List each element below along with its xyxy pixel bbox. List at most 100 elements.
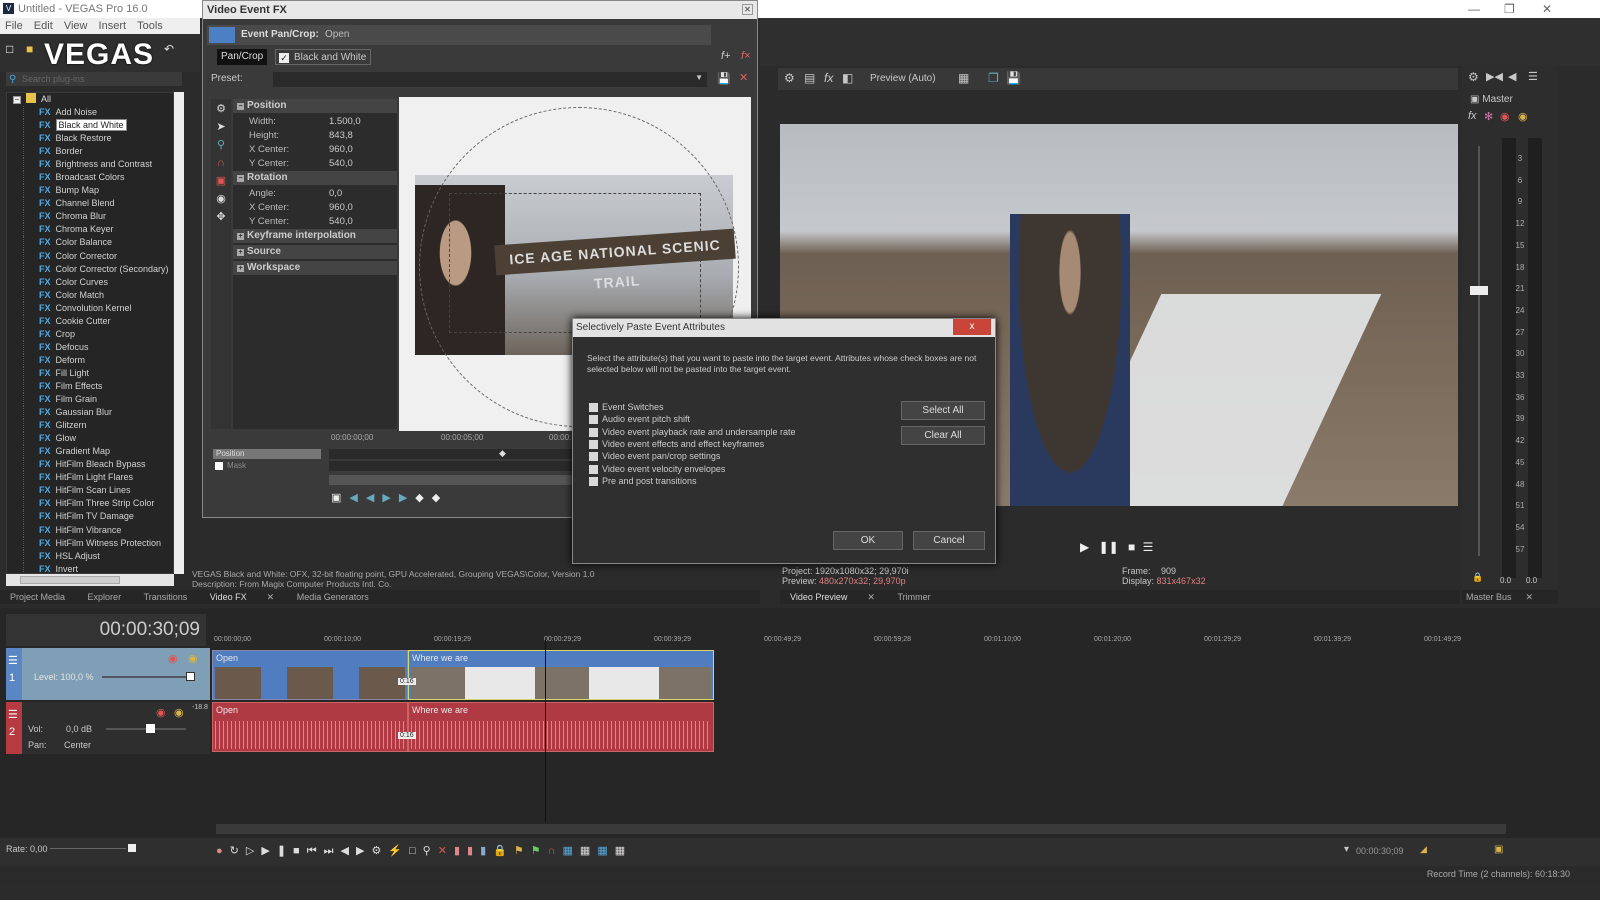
plugin-item[interactable]: FX Black and White — [7, 119, 173, 133]
ok-button[interactable]: OK — [833, 531, 903, 550]
plugin-item[interactable]: FX Fill Light — [7, 366, 173, 381]
prop-rot-y-center[interactable]: Y Center: 540,0 — [233, 215, 397, 229]
scroll-thumb[interactable] — [20, 576, 120, 584]
stop-icon[interactable]: ■ — [1128, 540, 1135, 554]
prop-value[interactable]: 540,0 — [329, 157, 353, 171]
mixer-icon[interactable]: ☰ — [1528, 70, 1538, 83]
overlays-grid-icon[interactable]: ▦ — [958, 71, 969, 85]
plugin-item[interactable]: FX Color Match — [7, 288, 173, 302]
close-icon[interactable]: ✕ — [742, 4, 753, 15]
video-track-header[interactable]: ☰ 1 Level: 100,0 % ◉ ◉ — [6, 648, 210, 700]
plugin-item[interactable]: FX Chroma Blur — [7, 210, 173, 224]
plugin-item[interactable]: FX Deform — [7, 353, 173, 367]
stop-icon[interactable]: ■ — [293, 845, 307, 857]
prop-angle[interactable]: Angle: 0,0 — [233, 187, 397, 201]
plugin-item[interactable]: FX Broadcast Colors — [7, 171, 173, 185]
tab-trimmer[interactable]: Trimmer — [897, 592, 930, 602]
chain-pan-crop[interactable]: Pan/Crop — [217, 49, 268, 65]
new-file-icon[interactable]: □ — [6, 42, 13, 56]
split-screen-icon[interactable]: ◧ — [842, 71, 853, 85]
plugin-item[interactable]: FX Cookie Cutter — [7, 314, 173, 328]
crop-frame[interactable] — [449, 193, 701, 333]
close-tab-icon[interactable]: ✕ — [1526, 592, 1534, 602]
prop-value[interactable]: 540,0 — [329, 215, 353, 229]
dim-output-icon[interactable]: ◀ — [1508, 70, 1516, 83]
prev-frame-icon[interactable]: ◀ — [341, 845, 356, 857]
plugin-item[interactable]: FX Invert — [7, 562, 173, 573]
level-slider-handle[interactable] — [186, 672, 195, 681]
section-rotation[interactable]: − Rotation — [233, 171, 397, 185]
plugin-item[interactable]: FX Glow — [7, 432, 173, 446]
plugin-item[interactable]: FX Border — [7, 145, 173, 159]
copy-snapshot-icon[interactable]: ❐ — [988, 71, 999, 85]
next-frame-icon[interactable]: ▶ — [356, 845, 371, 857]
settings-icon[interactable]: ⚙ — [213, 101, 229, 117]
plugin-search-input[interactable]: ⚲ Search plug-ins — [6, 72, 182, 86]
edit-tool-icon[interactable]: ⚙ — [371, 845, 388, 857]
attribute-option[interactable]: Video event playback rate and undersampl… — [589, 426, 795, 438]
mask-checkbox[interactable] — [215, 462, 223, 470]
open-folder-icon[interactable]: ■ — [26, 42, 33, 56]
add-keyframe-icon[interactable]: ◆ — [415, 492, 431, 504]
plugin-item[interactable]: FX Black Restore — [7, 132, 173, 146]
video-output-fx-icon[interactable]: fx — [824, 71, 833, 85]
pause-icon[interactable]: ❚ — [277, 845, 293, 857]
plugin-item[interactable]: FX Gaussian Blur — [7, 406, 173, 420]
auto-crossfade-icon[interactable]: ▦ — [563, 845, 580, 857]
attribute-option[interactable]: Video event effects and effect keyframes — [589, 438, 764, 450]
plugin-item[interactable]: FX Color Balance — [7, 236, 173, 250]
play-icon[interactable]: ▶ — [1080, 540, 1089, 554]
plugin-item[interactable]: FX Convolution Kernel — [7, 301, 173, 315]
tab-master-bus[interactable]: Master Bus — [1466, 592, 1512, 602]
region-icon[interactable]: ⚑ — [531, 845, 548, 857]
move-icon[interactable]: ✥ — [213, 209, 229, 225]
plugin-item[interactable]: FX Gradient Map — [7, 445, 173, 459]
attribute-option[interactable]: Video event pan/crop settings — [589, 450, 720, 462]
plugin-item[interactable]: FX Bump Map — [7, 184, 173, 198]
plugin-item[interactable]: FX HitFilm Light Flares — [7, 471, 173, 485]
play-from-start-icon[interactable]: ▷ — [246, 845, 261, 857]
loop-icon[interactable]: ↻ — [230, 845, 246, 857]
menu-icon[interactable]: ☰ — [1143, 540, 1154, 554]
attribute-option[interactable]: Audio event pitch shift — [589, 413, 690, 425]
loop-region-icon[interactable]: ◢ — [1420, 844, 1427, 855]
fx-enabled-checkbox[interactable]: ✓ — [279, 53, 289, 63]
clear-all-button[interactable]: Clear All — [901, 426, 985, 445]
keyframe-track-position[interactable]: Position — [213, 449, 321, 459]
option-checkbox[interactable] — [589, 464, 598, 474]
level-slider[interactable] — [102, 676, 192, 678]
plugin-item[interactable]: FX Glitzern — [7, 419, 173, 433]
cancel-button[interactable]: Cancel — [913, 531, 985, 550]
plugin-item[interactable]: FX Film Grain — [7, 393, 173, 407]
rate-slider[interactable] — [50, 848, 126, 849]
last-keyframe-icon[interactable]: ▶ — [399, 492, 415, 504]
marker-icon[interactable]: ⚑ — [514, 845, 531, 857]
option-checkbox[interactable] — [589, 452, 598, 462]
section-position[interactable]: − Position — [233, 99, 397, 113]
tab-video-preview[interactable]: Video Preview — [790, 592, 847, 602]
section-workspace[interactable]: + Workspace — [233, 261, 397, 275]
section-keyframe-interpolation[interactable]: + Keyframe interpolation — [233, 229, 397, 243]
menu-view[interactable]: View — [64, 20, 88, 32]
sync-cursor-icon[interactable]: ▣ — [331, 492, 349, 504]
track-menu-icon[interactable]: ☰ — [8, 708, 18, 721]
timeline-hscrollbar[interactable] — [216, 824, 1506, 834]
tab-explorer[interactable]: Explorer — [88, 592, 122, 602]
plugin-item[interactable]: FX Add Noise — [7, 106, 173, 120]
prop-value[interactable]: 1.500,0 — [329, 115, 361, 129]
size-about-center-icon[interactable]: ◉ — [213, 191, 229, 207]
pointer-icon[interactable]: ➤ — [213, 119, 229, 135]
record-icon[interactable]: ● — [216, 845, 230, 857]
mute-icon[interactable]: ◉ — [1500, 110, 1510, 123]
plugin-item[interactable]: FX HitFilm Witness Protection — [7, 536, 173, 550]
plugin-item[interactable]: FX Film Effects — [7, 379, 173, 394]
preview-settings-icon[interactable]: ⚙ — [784, 71, 795, 85]
delete-preset-icon[interactable]: ✕ — [739, 71, 748, 84]
plugin-item[interactable]: FX Channel Blend — [7, 197, 173, 211]
keyframe-track-mask[interactable]: Mask — [213, 461, 321, 471]
audio-clip-open[interactable]: Open — [212, 702, 408, 752]
preset-dropdown[interactable]: ▼ — [273, 72, 707, 87]
lock-icon[interactable]: 🔒 — [1472, 572, 1483, 583]
plugin-item[interactable]: FX Defocus — [7, 340, 173, 354]
prop-rot-x-center[interactable]: X Center: 960,0 — [233, 201, 397, 215]
